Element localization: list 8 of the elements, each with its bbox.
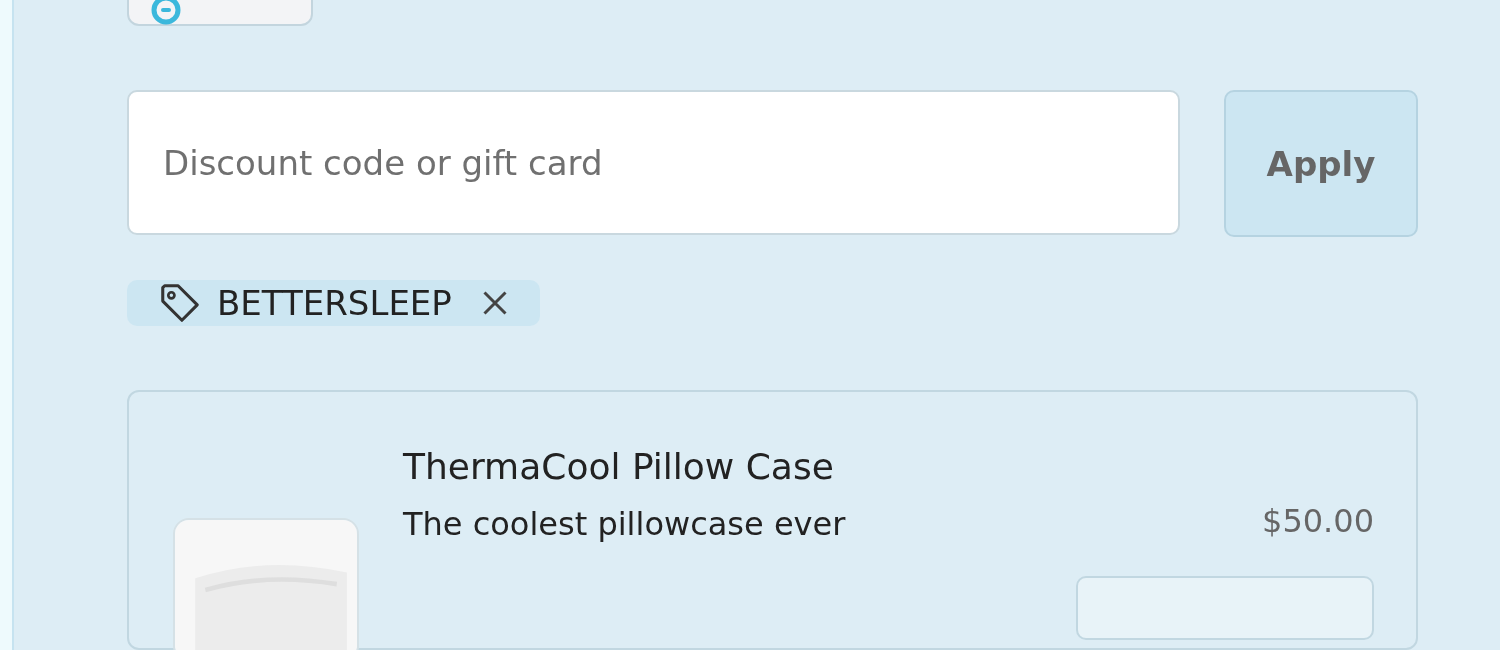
quantity-field[interactable] bbox=[1076, 576, 1374, 640]
discount-code: BETTERSLEEP bbox=[217, 283, 452, 323]
discount-field[interactable]: Discount code or gift card bbox=[127, 90, 1180, 235]
apply-button[interactable]: Apply bbox=[1224, 90, 1418, 237]
badge-icon bbox=[151, 0, 181, 25]
product-price: $50.00 bbox=[1262, 502, 1374, 540]
product-description: The coolest pillowcase ever bbox=[403, 505, 846, 543]
product-name: ThermaCool Pillow Case bbox=[403, 446, 835, 487]
